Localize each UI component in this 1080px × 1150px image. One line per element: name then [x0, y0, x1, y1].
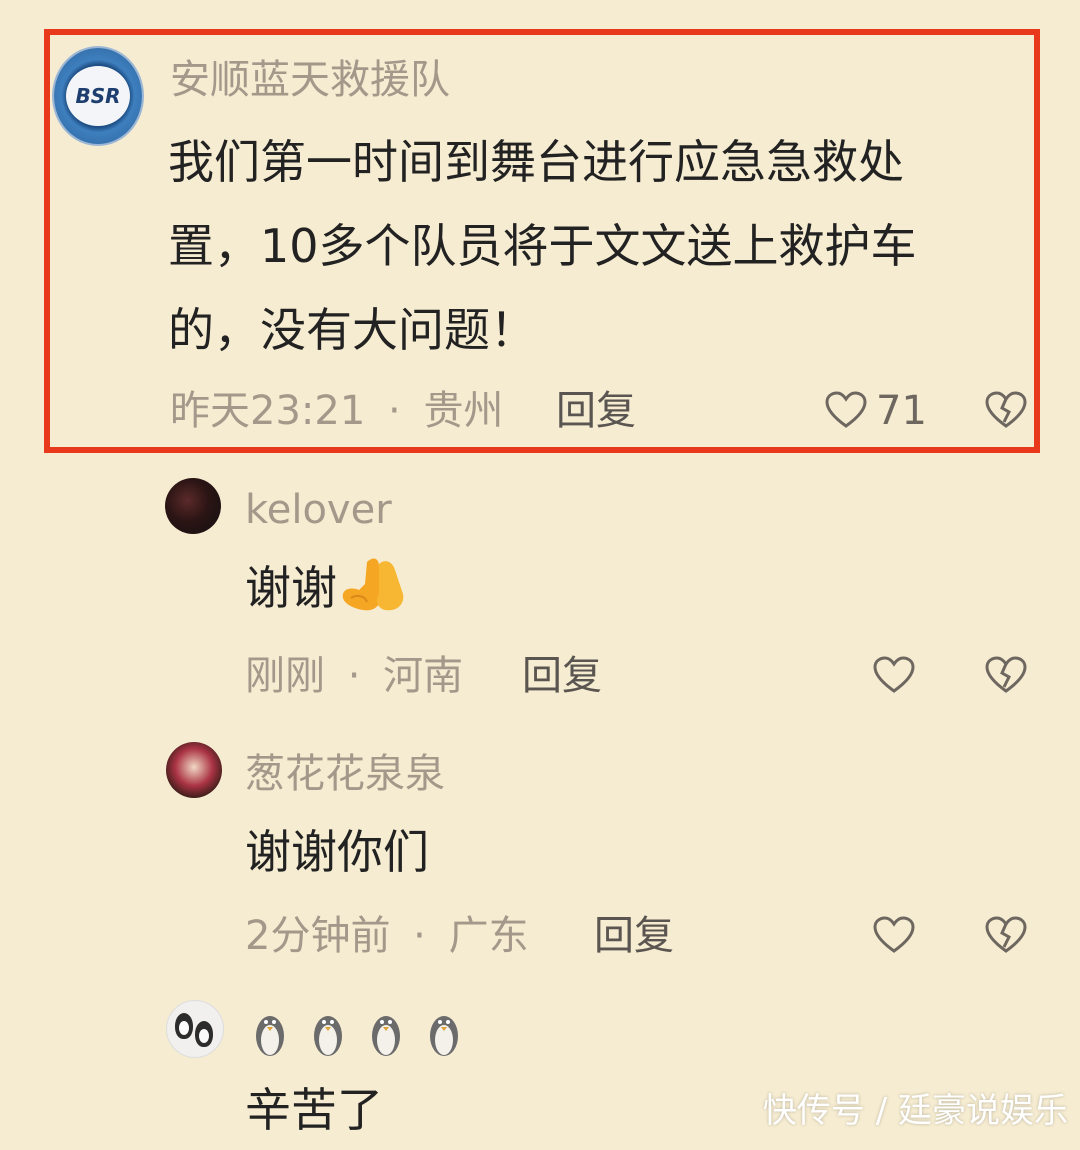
comment-meta: 2分钟前 · 广东	[245, 916, 529, 956]
comment-meta: 刚刚 · 河南	[245, 656, 463, 696]
comment-username[interactable]: 安顺蓝天救援队	[170, 60, 450, 100]
separator-dot: ·	[413, 913, 426, 959]
comment-text: 谢谢你们	[245, 825, 429, 879]
comment-text: 辛苦了	[245, 1083, 383, 1137]
penguin-emoji-icon	[430, 1016, 458, 1056]
comment-location: 河南	[383, 653, 464, 699]
reply-button[interactable]: 回复	[594, 916, 674, 956]
comment-meta: 昨天23:21 · 贵州	[170, 391, 503, 431]
comment-location: 广东	[448, 913, 529, 959]
comment-text-line: 的，没有大问题！	[168, 303, 536, 357]
dislike-broken-heart-icon[interactable]	[984, 915, 1028, 955]
heart-icon[interactable]	[824, 390, 868, 430]
reply-button[interactable]: 回复	[556, 391, 636, 431]
comment-time: 昨天23:21	[170, 388, 366, 434]
avatar[interactable]	[165, 478, 221, 534]
heart-icon[interactable]	[872, 655, 916, 695]
avatar[interactable]: BSR	[54, 48, 142, 144]
separator-dot: ·	[347, 653, 361, 699]
avatar-logo-text: BSR	[75, 84, 121, 108]
penguin-emoji-icon	[314, 1016, 342, 1056]
comment-time: 2分钟前	[245, 913, 391, 959]
avatar[interactable]	[166, 1000, 224, 1058]
heart-icon[interactable]	[872, 915, 916, 955]
like-count: 71	[876, 388, 927, 434]
penguin-emoji-icon	[256, 1016, 284, 1056]
dislike-broken-heart-icon[interactable]	[984, 655, 1028, 695]
reply-button[interactable]: 回复	[522, 656, 602, 696]
comment-username[interactable]: 葱花花泉泉	[245, 754, 445, 794]
comment-location: 贵州	[423, 388, 504, 434]
comment-username[interactable]: kelover	[245, 490, 392, 530]
comment-text-line: 我们第一时间到舞台进行应急急救处	[168, 135, 904, 189]
folded-hands-emoji-icon	[342, 558, 404, 611]
comment-text: 谢谢	[245, 548, 407, 628]
comment-text-line: 置，10多个队员将于文文送上救护车	[168, 219, 917, 273]
penguin-emoji-icon	[372, 1016, 400, 1056]
separator-dot: ·	[388, 388, 401, 434]
avatar[interactable]	[166, 742, 222, 798]
watermark: 快传号 / 廷豪说娱乐	[762, 1091, 1068, 1131]
comment-time: 刚刚	[245, 653, 325, 699]
comment-text-content: 谢谢	[245, 561, 337, 615]
dislike-broken-heart-icon[interactable]	[984, 390, 1028, 430]
